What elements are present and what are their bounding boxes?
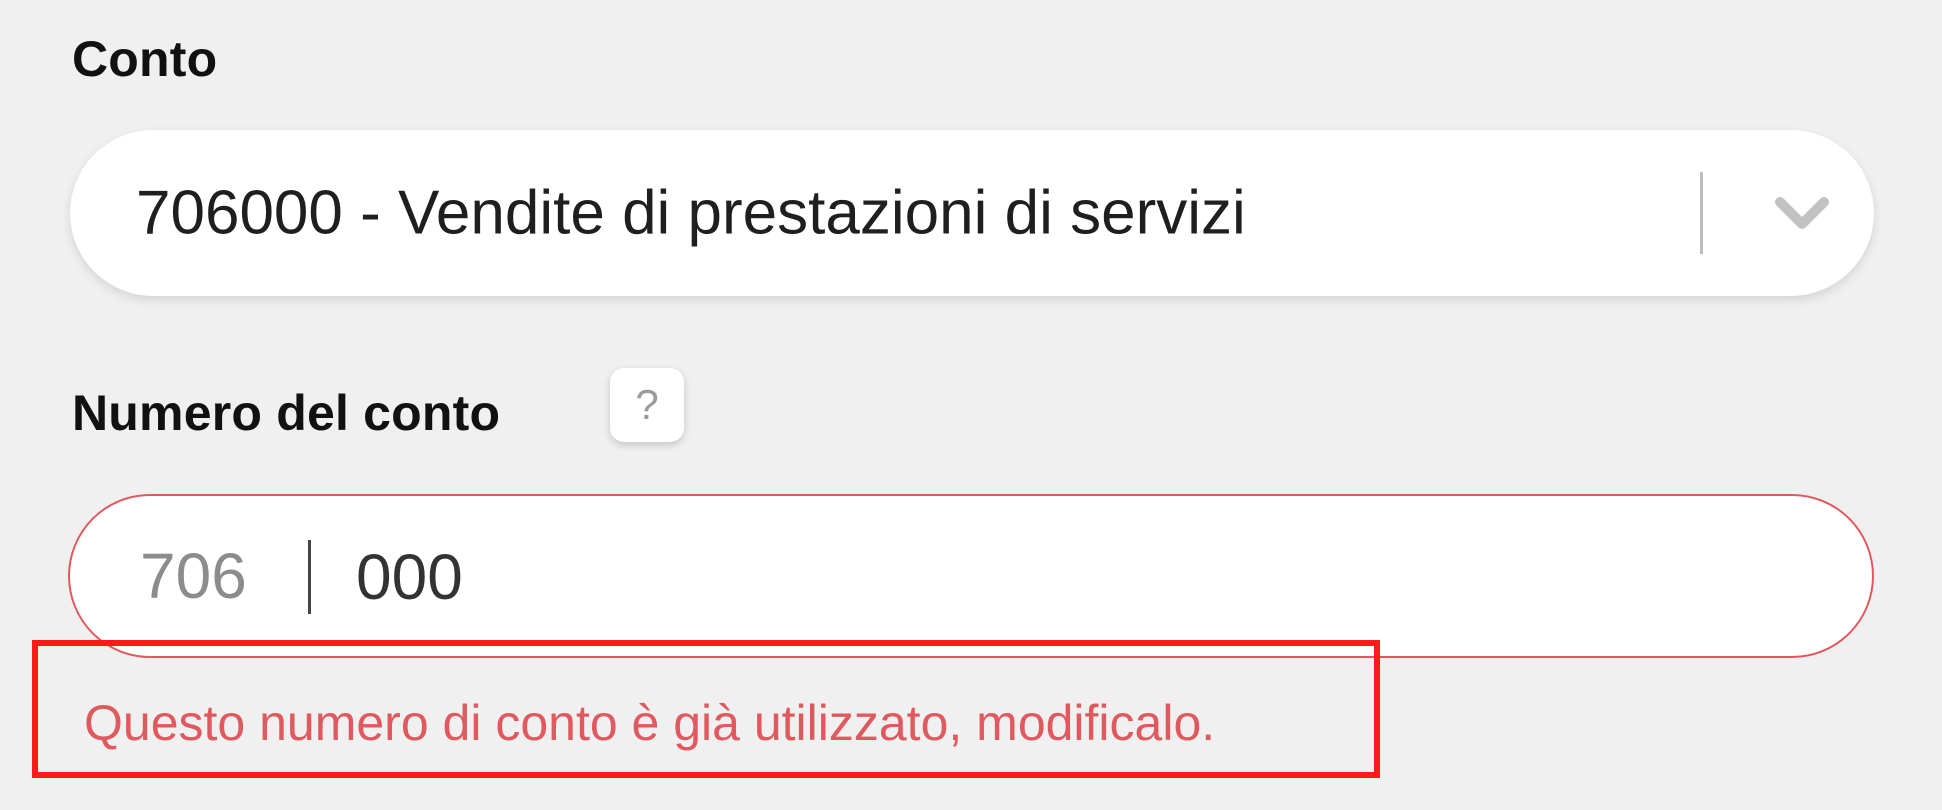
account-number-prefix: 706 — [140, 540, 247, 612]
account-select-label: Conto — [72, 31, 218, 87]
account-number-label: Numero del conto — [72, 385, 501, 441]
account-number-input[interactable] — [356, 528, 1756, 626]
account-select[interactable]: 706000 - Vendite di prestazioni di servi… — [70, 130, 1874, 296]
help-button[interactable]: ? — [610, 368, 684, 442]
question-mark-icon: ? — [635, 381, 659, 428]
select-divider — [1700, 172, 1703, 254]
account-number-field[interactable]: 706 — [68, 494, 1874, 658]
prefix-divider — [308, 540, 311, 614]
chevron-down-icon[interactable] — [1762, 178, 1842, 248]
error-message: Questo numero di conto è già utilizzato,… — [84, 695, 1216, 751]
account-select-value: 706000 - Vendite di prestazioni di servi… — [136, 178, 1246, 248]
